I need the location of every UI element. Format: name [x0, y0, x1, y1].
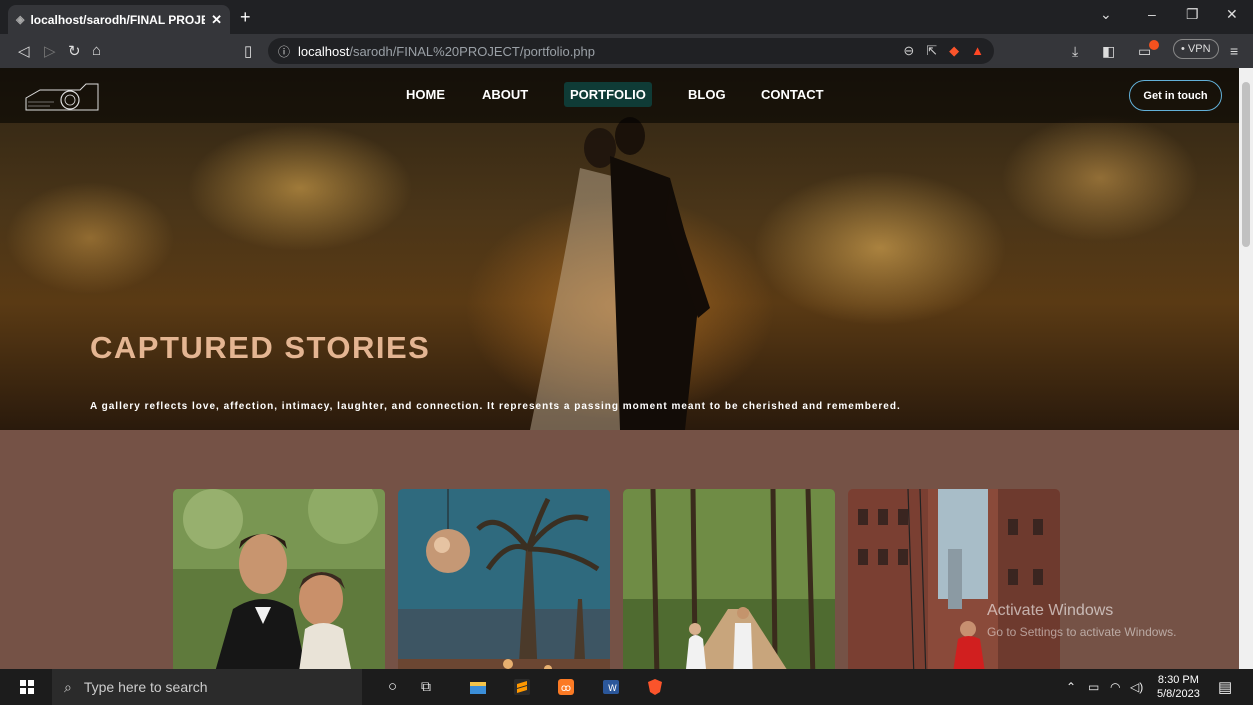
menu-icon[interactable]: ≡ — [1230, 43, 1238, 59]
nav-blog[interactable]: BLOG — [688, 87, 726, 102]
maximize-button[interactable]: ❐ — [1186, 6, 1199, 23]
taskbar-clock[interactable]: 8:30 PM 5/8/2023 — [1157, 673, 1200, 701]
gallery-card-forest-walk[interactable] — [623, 489, 835, 669]
tab-title: localhost/sarodh/FINAL PROJECT — [30, 12, 206, 27]
sublime-text-icon[interactable] — [513, 678, 531, 696]
xampp-icon[interactable]: ꝏ — [557, 678, 575, 696]
clock-date: 5/8/2023 — [1157, 688, 1200, 700]
search-placeholder: Type here to search — [83, 679, 208, 695]
gallery-image-couple — [173, 489, 385, 669]
url-host: localhost — [298, 43, 350, 59]
browser-toolbar: ◁ ▷ ↻ ⌂ ▯ ⓘ localhost/sarodh/FINAL%20PRO… — [0, 34, 1253, 68]
new-tab-button[interactable]: + — [240, 7, 251, 28]
brave-browser-icon[interactable] — [646, 678, 664, 696]
windows-start-icon[interactable] — [20, 680, 34, 694]
globe-icon: ◈ — [16, 14, 25, 26]
svg-text:ꝏ: ꝏ — [561, 683, 571, 694]
wifi-icon[interactable]: ◠ — [1110, 680, 1120, 694]
cortana-icon[interactable]: ○ — [388, 678, 397, 695]
gallery-image-forest — [623, 489, 835, 669]
download-icon[interactable]: ⤓ — [1072, 43, 1078, 60]
nav-portfolio[interactable]: PORTFOLIO — [564, 82, 652, 107]
hero-title: CAPTURED STORIES — [90, 330, 431, 365]
info-icon[interactable]: ⓘ — [278, 43, 290, 60]
notification-center-icon[interactable]: ▤ — [1218, 678, 1232, 696]
tray-chevron-icon[interactable]: ⌃ — [1066, 680, 1076, 694]
site-navbar: HOME ABOUT PORTFOLIO BLOG CONTACT Get in… — [0, 68, 1239, 123]
battery-icon[interactable]: ▭ — [1088, 680, 1099, 694]
gallery-image-disco — [398, 489, 610, 669]
brave-shields-icon[interactable]: ◆ — [949, 43, 959, 59]
activate-windows-subtitle: Go to Settings to activate Windows. — [987, 625, 1177, 639]
hero-subtitle: A gallery reflects love, affection, inti… — [90, 401, 901, 412]
nav-about[interactable]: ABOUT — [482, 87, 528, 102]
home-icon[interactable]: ⌂ — [92, 42, 101, 59]
forward-icon[interactable]: ▷ — [44, 42, 56, 60]
gallery-card-disco-ball[interactable] — [398, 489, 610, 669]
windows-taskbar: ⌕ Type here to search ○ ⧉ ꝏ W ⌃ ▭ ◠ ◁) 8… — [0, 669, 1253, 705]
nav-home[interactable]: HOME — [406, 87, 445, 102]
bookmark-icon[interactable]: ▯ — [244, 42, 252, 60]
hero-section: HOME ABOUT PORTFOLIO BLOG CONTACT Get in… — [0, 68, 1239, 430]
gallery-image-street — [848, 489, 1060, 669]
svg-text:W: W — [608, 684, 617, 694]
scrollbar-thumb[interactable] — [1242, 82, 1250, 247]
page-scrollbar[interactable] — [1239, 68, 1253, 669]
browser-tab[interactable]: ◈ localhost/sarodh/FINAL PROJECT ✕ — [8, 5, 230, 34]
sidebar-icon[interactable]: ◧ — [1102, 43, 1115, 60]
reload-icon[interactable]: ↻ — [68, 42, 81, 60]
nav-contact[interactable]: CONTACT — [761, 87, 824, 102]
close-window-button[interactable]: ✕ — [1226, 6, 1238, 23]
notification-badge — [1149, 40, 1159, 50]
gallery-card-city-street[interactable] — [848, 489, 1060, 669]
clock-time: 8:30 PM — [1157, 674, 1199, 686]
search-icon: ⌕ — [64, 678, 72, 695]
vpn-button[interactable]: • VPN — [1173, 39, 1219, 59]
file-explorer-icon[interactable] — [469, 678, 487, 696]
word-icon[interactable]: W — [602, 678, 620, 696]
zoom-icon[interactable]: ⊖ — [903, 43, 914, 59]
get-in-touch-button[interactable]: Get in touch — [1129, 80, 1222, 111]
back-icon[interactable]: ◁ — [18, 42, 30, 60]
taskbar-search-box[interactable]: ⌕ Type here to search — [52, 669, 362, 705]
volume-icon[interactable]: ◁) — [1130, 680, 1143, 694]
tab-list-icon[interactable]: ⌄ — [1100, 6, 1112, 23]
task-view-icon[interactable]: ⧉ — [421, 678, 431, 695]
page-viewport: HOME ABOUT PORTFOLIO BLOG CONTACT Get in… — [0, 68, 1253, 669]
address-bar[interactable]: ⓘ localhost/sarodh/FINAL%20PROJECT/portf… — [268, 38, 994, 64]
url-path: /sarodh/FINAL%20PROJECT/portfolio.php — [349, 43, 595, 59]
share-icon[interactable]: ⇱ — [926, 43, 937, 59]
tab-close-button[interactable]: ✕ — [211, 12, 222, 28]
gallery-card-couple-portrait[interactable] — [173, 489, 385, 669]
minimize-button[interactable]: – — [1148, 6, 1156, 22]
hero-couple-silhouette — [530, 117, 710, 430]
browser-tab-bar: ◈ localhost/sarodh/FINAL PROJECT ✕ + ⌄ –… — [0, 0, 1253, 34]
activate-windows-title: Activate Windows — [987, 602, 1114, 619]
site-logo[interactable] — [20, 80, 102, 114]
brave-rewards-icon[interactable]: ▲ — [971, 43, 984, 59]
